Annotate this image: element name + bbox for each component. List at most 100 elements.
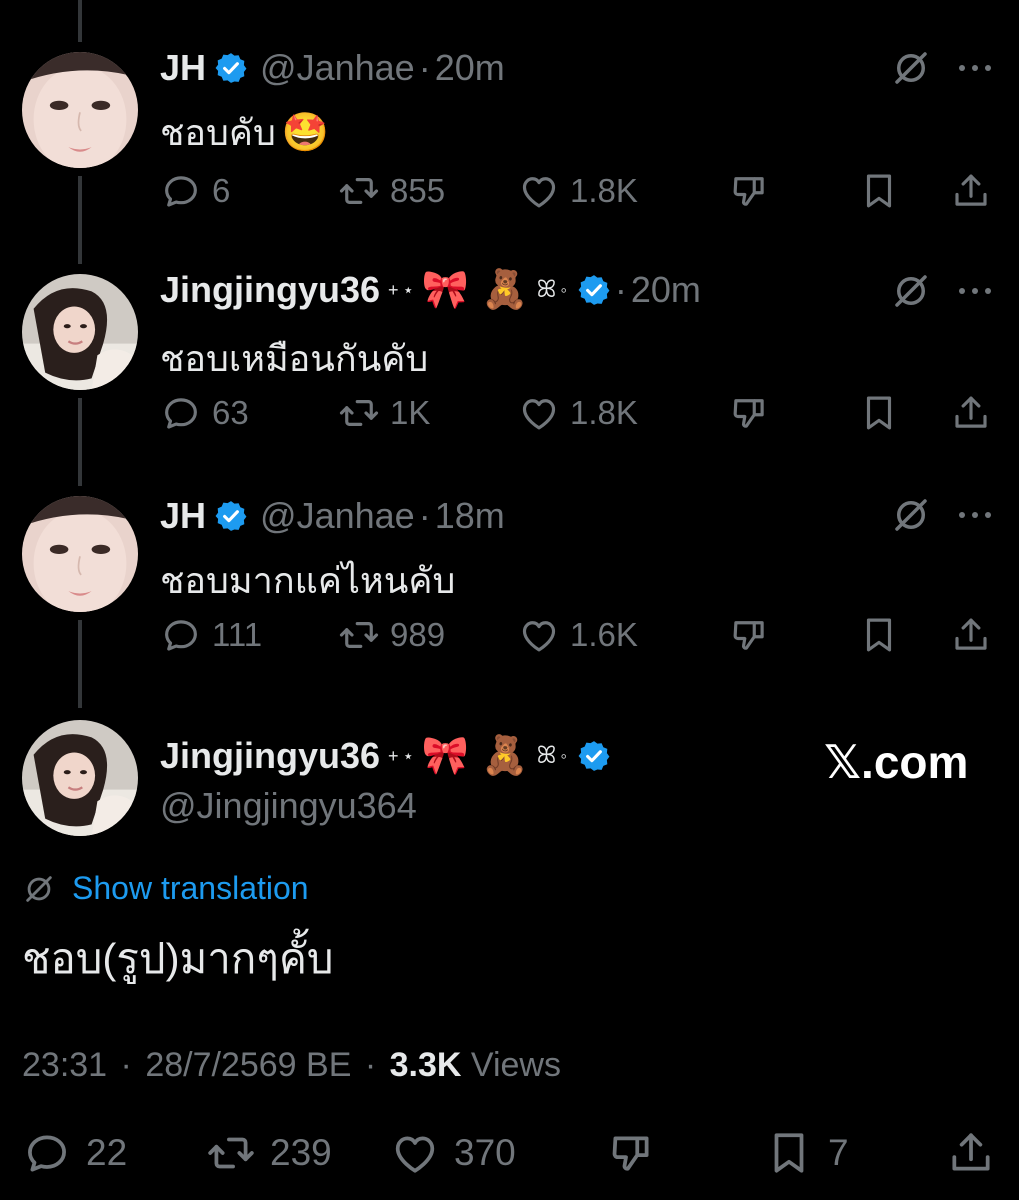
dislike-button[interactable] — [728, 614, 770, 656]
bookmark-button[interactable]: 7 — [764, 1128, 849, 1178]
name-decoration: + ⋆ 🎀 🧸 ꕤ ◦ — [386, 271, 569, 309]
display-name[interactable]: JH — [160, 47, 206, 89]
post-header: Jingjingyu36 + ⋆ 🎀 🧸 ꕤ ◦ — [160, 734, 611, 778]
share-button[interactable] — [950, 170, 992, 212]
reply-icon — [160, 392, 202, 434]
reply-button[interactable]: 22 — [22, 1128, 127, 1178]
more-icon[interactable] — [956, 62, 994, 74]
repost-button[interactable]: 989 — [338, 614, 445, 656]
ribbon-emoji: 🎀 — [421, 735, 470, 777]
post-text: ชอบคับ 🤩 — [160, 104, 335, 161]
dislike-button[interactable] — [728, 392, 770, 434]
circle-glyph: ◦ — [560, 745, 567, 766]
like-button[interactable]: 1.8K — [518, 392, 638, 434]
post-date[interactable]: 28/7/2569 BE — [145, 1046, 351, 1084]
repost-count: 1K — [390, 394, 431, 431]
reply-count: 63 — [212, 394, 249, 431]
reply-button[interactable]: 6 — [160, 170, 230, 212]
repost-button[interactable]: 855 — [338, 170, 445, 212]
swirl-glyph: ꕤ — [536, 742, 557, 769]
repost-icon — [206, 1128, 256, 1178]
user-handle[interactable]: @Jingjingyu364 — [160, 785, 417, 827]
grok-icon[interactable] — [890, 270, 932, 312]
bookmark-button[interactable] — [858, 170, 900, 212]
like-button[interactable]: 1.8K — [518, 170, 638, 212]
avatar[interactable] — [22, 274, 138, 390]
post-header: JH @Janhae · 18m — [160, 494, 505, 538]
reply-button[interactable]: 111 — [160, 614, 262, 656]
avatar[interactable] — [22, 720, 138, 836]
share-button[interactable] — [950, 614, 992, 656]
translate-icon — [22, 872, 56, 906]
post-time[interactable]: 18m — [435, 495, 505, 537]
like-count: 1.8K — [570, 172, 638, 209]
reply-button[interactable]: 63 — [160, 392, 249, 434]
post-time[interactable]: 23:31 — [22, 1046, 107, 1084]
like-button[interactable]: 1.6K — [518, 614, 638, 656]
teddy-bear-emoji: 🧸 — [481, 269, 529, 311]
star-glyph: ⋆ — [402, 279, 414, 300]
post-text: ชอบมากแค่ไหนคับ — [160, 560, 456, 601]
avatar[interactable] — [22, 496, 138, 612]
display-name[interactable]: JH — [160, 495, 206, 537]
repost-count: 239 — [270, 1132, 332, 1173]
repost-button[interactable]: 1K — [338, 392, 430, 434]
like-icon — [518, 392, 560, 434]
separator: · — [120, 1046, 132, 1084]
share-button[interactable] — [950, 392, 992, 434]
name-decoration: + ⋆ 🎀 🧸 ꕤ ◦ — [386, 737, 569, 775]
share-icon — [950, 170, 992, 212]
display-name[interactable]: Jingjingyu36 — [160, 269, 380, 311]
show-translation-button[interactable]: Show translation — [22, 870, 309, 907]
repost-count: 989 — [390, 616, 446, 653]
grok-icon[interactable] — [890, 494, 932, 536]
more-icon[interactable] — [956, 285, 994, 297]
more-icon[interactable] — [956, 509, 994, 521]
verified-badge-icon — [577, 739, 611, 773]
dislike-icon — [728, 392, 770, 434]
repost-count: 855 — [390, 172, 446, 209]
separator: · — [418, 495, 431, 536]
post-text: ชอบ(รูป)มากๆคั้บ — [22, 935, 334, 982]
star-struck-emoji: 🤩 — [281, 112, 330, 154]
user-handle[interactable]: @Janhae — [260, 47, 415, 89]
display-name[interactable]: Jingjingyu36 — [160, 735, 380, 777]
share-icon — [950, 392, 992, 434]
repost-icon — [338, 170, 380, 212]
dislike-icon — [606, 1128, 656, 1178]
bookmark-icon — [858, 392, 900, 434]
handle-row: @Jingjingyu364 — [160, 784, 417, 828]
dislike-button[interactable] — [728, 170, 770, 212]
ribbon-emoji: 🎀 — [421, 269, 470, 311]
reply-count: 111 — [212, 616, 263, 653]
thread-line — [78, 398, 82, 486]
thread-line — [78, 620, 82, 708]
dislike-button[interactable] — [606, 1128, 656, 1178]
share-button[interactable] — [946, 1128, 996, 1178]
circle-glyph: ◦ — [560, 279, 567, 300]
repost-button[interactable]: 239 — [206, 1128, 332, 1178]
verified-badge-icon — [577, 273, 611, 307]
bookmark-icon — [858, 170, 900, 212]
like-count: 1.8K — [570, 394, 638, 431]
post-meta: 23:31 · 28/7/2569 BE · 3.3K Views — [22, 1046, 561, 1085]
post-time[interactable]: 20m — [631, 269, 701, 311]
dislike-icon — [728, 614, 770, 656]
reply-icon — [160, 170, 202, 212]
reply-count: 6 — [212, 172, 231, 209]
grok-icon[interactable] — [890, 47, 932, 89]
like-button[interactable]: 370 — [390, 1128, 516, 1178]
star-glyph: ⋆ — [402, 745, 414, 766]
x-com-watermark: 𝕏.com — [824, 736, 969, 788]
like-icon — [518, 614, 560, 656]
bookmark-icon — [764, 1128, 814, 1178]
dislike-icon — [728, 170, 770, 212]
post-time[interactable]: 20m — [435, 47, 505, 89]
views-label: Views — [470, 1046, 561, 1084]
bookmark-button[interactable] — [858, 392, 900, 434]
avatar[interactable] — [22, 52, 138, 168]
bookmark-button[interactable] — [858, 614, 900, 656]
teddy-bear-emoji: 🧸 — [481, 735, 529, 777]
post-text: ชอบเหมือนกันคับ — [160, 338, 429, 379]
user-handle[interactable]: @Janhae — [260, 495, 415, 537]
